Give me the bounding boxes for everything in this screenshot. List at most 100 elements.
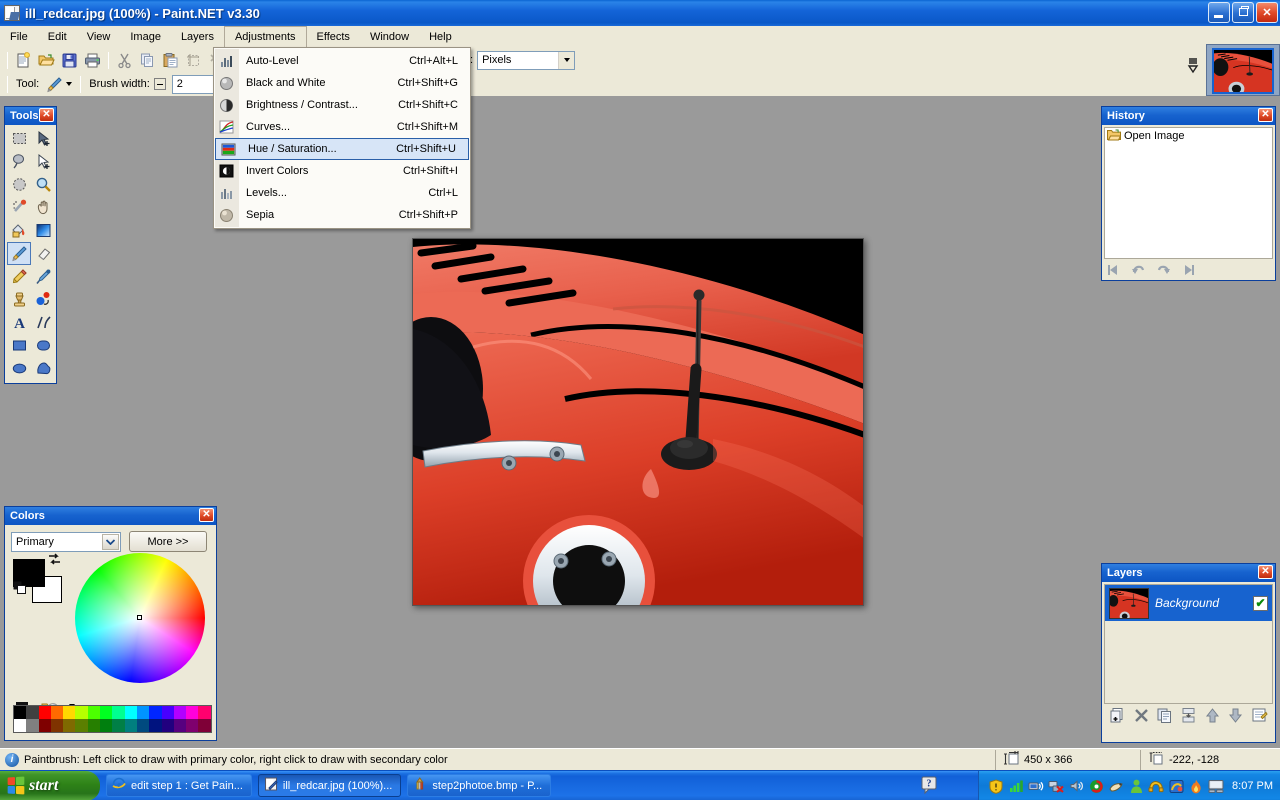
menu-item-invert-colors[interactable]: Invert Colors Ctrl+Shift+I: [214, 160, 470, 182]
history-rewind-button[interactable]: [1106, 263, 1121, 280]
palette-swatch[interactable]: [14, 706, 27, 719]
color-channel-select[interactable]: Primary: [11, 531, 121, 552]
menu-image[interactable]: Image: [120, 26, 171, 47]
chevron-down-icon[interactable]: [1186, 58, 1200, 77]
history-undo-button[interactable]: [1131, 263, 1146, 280]
palette-swatch[interactable]: [198, 706, 211, 719]
layer-list[interactable]: Background ✔: [1104, 584, 1273, 704]
palette-swatch[interactable]: [87, 719, 101, 732]
palette-swatch[interactable]: [100, 719, 113, 732]
paint-bucket-tool[interactable]: [7, 219, 31, 242]
palette-swatch[interactable]: [100, 706, 113, 719]
layer-row-background[interactable]: Background ✔: [1105, 585, 1272, 621]
crop-button[interactable]: [182, 49, 205, 71]
paste-button[interactable]: [159, 49, 182, 71]
start-button[interactable]: start: [0, 770, 100, 800]
cut-button[interactable]: [113, 49, 136, 71]
menu-layers[interactable]: Layers: [171, 26, 224, 47]
history-redo-button[interactable]: [1156, 263, 1171, 280]
line-curve-tool[interactable]: [31, 311, 55, 334]
palette-swatch[interactable]: [161, 719, 174, 732]
clock[interactable]: 8:07 PM: [1232, 780, 1273, 792]
taskbar-item-paintnet[interactable]: ill_redcar.jpg (100%)...: [257, 774, 402, 797]
rectangle-select-tool[interactable]: [7, 127, 31, 150]
magic-wand-tool[interactable]: [7, 196, 31, 219]
paintbrush-tool[interactable]: [7, 242, 31, 265]
menu-adjustments[interactable]: Adjustments: [223, 26, 307, 47]
move-layer-up-button[interactable]: [1204, 707, 1221, 727]
palette-swatch[interactable]: [186, 719, 199, 732]
history-forward-button[interactable]: [1181, 263, 1196, 280]
rectangle-tool[interactable]: [7, 334, 31, 357]
gradient-tool[interactable]: [31, 219, 55, 242]
security-shield-icon[interactable]: [988, 778, 1004, 794]
menu-window[interactable]: Window: [360, 26, 419, 47]
lasso-select-tool[interactable]: [7, 150, 31, 173]
pencil-tool[interactable]: [7, 265, 31, 288]
palette-swatch[interactable]: [124, 719, 137, 732]
signal-bars-icon[interactable]: [1008, 778, 1024, 794]
menu-item-sepia[interactable]: Sepia Ctrl+Shift+P: [214, 204, 470, 226]
menu-item-brightness-contrast[interactable]: Brightness / Contrast... Ctrl+Shift+C: [214, 94, 470, 116]
menu-item-auto-level[interactable]: Auto-Level Ctrl+Alt+L: [214, 50, 470, 72]
monitor-app-icon[interactable]: [1208, 778, 1224, 794]
move-selected-tool[interactable]: [31, 127, 55, 150]
close-icon[interactable]: ✕: [1258, 565, 1273, 579]
person-messenger-icon[interactable]: [1128, 778, 1144, 794]
palette-swatch[interactable]: [112, 706, 125, 719]
ellipse-select-tool[interactable]: [7, 173, 31, 196]
wireless-network-icon[interactable]: [1028, 778, 1044, 794]
menu-file[interactable]: File: [0, 26, 38, 47]
palette-swatch[interactable]: [173, 719, 187, 732]
text-tool[interactable]: A: [7, 311, 31, 334]
history-list[interactable]: Open Image: [1104, 127, 1273, 259]
close-icon[interactable]: ✕: [1258, 108, 1273, 122]
palette-swatch[interactable]: [112, 719, 125, 732]
palette-swatch[interactable]: [149, 719, 162, 732]
flame-app-icon[interactable]: [1188, 778, 1204, 794]
palette-swatch[interactable]: [75, 706, 88, 719]
color-wheel-cursor[interactable]: [137, 615, 142, 620]
menu-item-black-and-white[interactable]: Black and White Ctrl+Shift+G: [214, 72, 470, 94]
palette-swatch[interactable]: [50, 719, 64, 732]
color-picker-tool[interactable]: [31, 265, 55, 288]
taskbar-item-paint[interactable]: step2photoe.bmp - P...: [407, 774, 552, 797]
phone-app-icon[interactable]: [1148, 778, 1164, 794]
clone-stamp-tool[interactable]: [7, 288, 31, 311]
image-thumbnail-ill-redcar[interactable]: [1212, 48, 1274, 94]
color-palette-grid[interactable]: [13, 705, 212, 733]
paintbrush-icon[interactable]: [43, 73, 66, 95]
palette-swatch[interactable]: [87, 706, 101, 719]
recolor-tool[interactable]: [31, 288, 55, 311]
palette-swatch[interactable]: [161, 706, 174, 719]
palette-swatch[interactable]: [124, 706, 137, 719]
image-canvas[interactable]: [412, 238, 864, 606]
close-button[interactable]: ✕: [1256, 2, 1278, 23]
brush-width-decrease-button[interactable]: [153, 78, 166, 90]
add-layer-button[interactable]: [1109, 707, 1126, 727]
palette-swatch[interactable]: [50, 706, 64, 719]
layer-visibility-checkbox[interactable]: ✔: [1253, 595, 1268, 611]
freeform-shape-tool[interactable]: [31, 357, 55, 380]
palette-swatch[interactable]: [63, 719, 76, 732]
units-combo[interactable]: Pixels: [477, 50, 576, 70]
ellipse-tool[interactable]: [7, 357, 31, 380]
eraser-tool[interactable]: [31, 242, 55, 265]
zoom-tool[interactable]: [31, 173, 55, 196]
palette-swatch[interactable]: [186, 706, 199, 719]
network-disconnected-icon[interactable]: [1048, 778, 1064, 794]
duplicate-layer-button[interactable]: [1156, 707, 1173, 727]
menu-view[interactable]: View: [77, 26, 121, 47]
palette-swatch[interactable]: [26, 719, 39, 732]
maximize-button[interactable]: [1232, 2, 1254, 23]
palette-swatch[interactable]: [63, 706, 76, 719]
palette-swatch[interactable]: [26, 706, 39, 719]
open-image-button[interactable]: [35, 49, 58, 71]
menu-item-levels[interactable]: Levels... Ctrl+L: [214, 182, 470, 204]
palette-swatch[interactable]: [136, 719, 150, 732]
move-selection-tool[interactable]: [31, 150, 55, 173]
taskbar-item-ie[interactable]: e edit step 1 : Get Pain...: [106, 774, 252, 797]
palette-swatch[interactable]: [149, 706, 162, 719]
question-balloon-icon[interactable]: ?: [920, 775, 940, 798]
copy-button[interactable]: [136, 49, 159, 71]
